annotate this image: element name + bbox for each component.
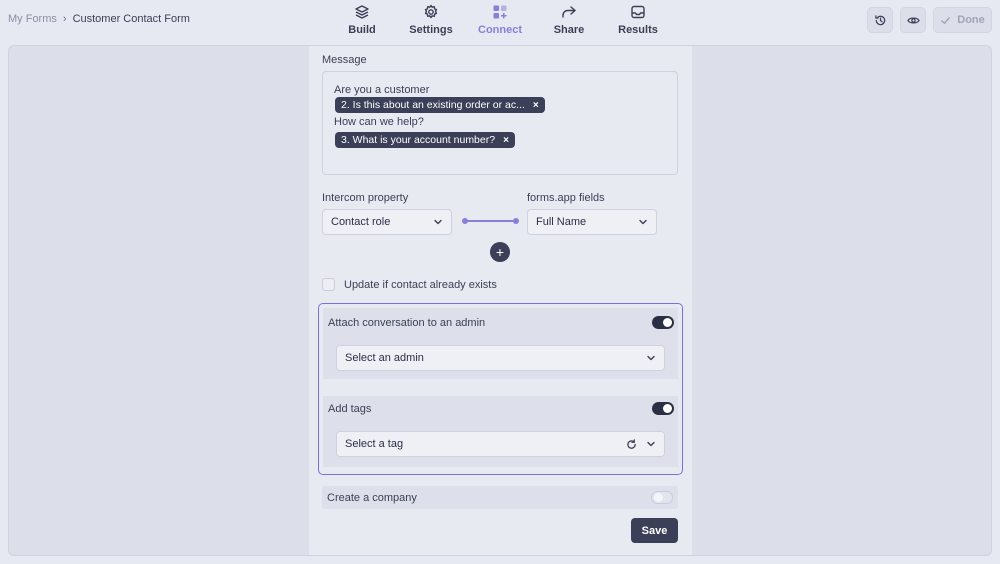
- refresh-icon[interactable]: [626, 438, 637, 450]
- integration-settings-panel: Message Are you a customer 2. Is this ab…: [309, 46, 692, 555]
- conversation-options-group: Attach conversation to an admin Select a…: [318, 303, 683, 475]
- inbox-icon: [631, 5, 645, 19]
- eye-icon: [906, 16, 920, 24]
- formsapp-field-value: Full Name: [536, 216, 587, 228]
- tab-share[interactable]: Share: [539, 4, 599, 36]
- tab-build-label: Build: [348, 24, 376, 36]
- canvas: Message Are you a customer 2. Is this ab…: [8, 45, 992, 556]
- attach-admin-section: Attach conversation to an admin Select a…: [323, 308, 678, 379]
- add-tags-label: Add tags: [328, 403, 372, 415]
- intercom-property-value: Contact role: [331, 216, 391, 228]
- chevron-down-icon: [647, 355, 655, 361]
- tab-results-label: Results: [618, 24, 658, 36]
- add-mapping-button[interactable]: +: [490, 242, 510, 262]
- plus-icon: +: [495, 244, 505, 260]
- tab-settings-label: Settings: [409, 24, 453, 36]
- field-chip[interactable]: 2. Is this about an existing order or ac…: [335, 97, 545, 113]
- gear-icon: [424, 4, 438, 19]
- tag-select-placeholder: Select a tag: [345, 438, 404, 450]
- chevron-down-icon: [639, 219, 647, 225]
- share-arrow-icon: [562, 6, 576, 18]
- chevron-down-icon: [434, 219, 442, 225]
- message-line-customer: Are you a customer: [334, 84, 430, 96]
- admin-select-placeholder: Select an admin: [345, 352, 424, 364]
- preview-button[interactable]: [900, 7, 926, 33]
- add-tags-section: Add tags Select a tag: [323, 396, 678, 467]
- tag-select-actions: [626, 438, 656, 450]
- save-button[interactable]: Save: [631, 518, 678, 543]
- update-contact-label: Update if contact already exists: [344, 279, 497, 291]
- intercom-property-select[interactable]: Contact role: [322, 209, 452, 235]
- tag-select[interactable]: Select a tag: [336, 431, 665, 457]
- layers-icon: [355, 5, 369, 19]
- message-field[interactable]: Are you a customer 2. Is this about an e…: [322, 71, 678, 175]
- tab-share-label: Share: [553, 24, 585, 36]
- chip-label: 3. What is your account number?: [341, 134, 496, 146]
- create-company-toggle[interactable]: [651, 491, 673, 504]
- main-nav: Build Settings Connect Share Results: [0, 0, 1000, 44]
- field-chip[interactable]: 3. What is your account number? ×: [335, 132, 515, 148]
- chip-label: 2. Is this about an existing order or ac…: [341, 99, 525, 111]
- admin-select[interactable]: Select an admin: [336, 345, 665, 371]
- chevron-down-icon: [647, 441, 655, 447]
- tab-build[interactable]: Build: [332, 4, 392, 36]
- done-button[interactable]: Done: [933, 7, 992, 33]
- attach-admin-label: Attach conversation to an admin: [328, 317, 486, 329]
- tab-connect[interactable]: Connect: [470, 4, 530, 36]
- message-line-help: How can we help?: [334, 116, 424, 128]
- add-tags-toggle[interactable]: [652, 402, 674, 415]
- message-label: Message: [322, 54, 367, 66]
- top-bar: My Forms › Customer Contact Form Build S…: [0, 0, 1000, 44]
- history-icon: [874, 14, 885, 25]
- mapping-connector: [462, 218, 519, 224]
- tab-connect-label: Connect: [478, 24, 522, 36]
- check-icon: [941, 16, 951, 24]
- formsapp-fields-label: forms.app fields: [527, 192, 605, 204]
- grid-plus-icon: [493, 5, 507, 19]
- tab-settings[interactable]: Settings: [401, 4, 461, 36]
- chip-remove-icon[interactable]: ×: [533, 100, 539, 111]
- formsapp-field-select[interactable]: Full Name: [527, 209, 657, 235]
- chip-remove-icon[interactable]: ×: [503, 135, 509, 146]
- create-company-row: Create a company: [322, 486, 678, 509]
- history-button[interactable]: [867, 7, 893, 33]
- update-contact-checkbox[interactable]: [322, 278, 335, 291]
- done-label: Done: [957, 14, 985, 26]
- tab-results[interactable]: Results: [608, 4, 668, 36]
- create-company-label: Create a company: [327, 492, 417, 504]
- intercom-property-label: Intercom property: [322, 192, 409, 204]
- toolbar-actions: Done: [867, 7, 992, 33]
- attach-admin-toggle[interactable]: [652, 316, 674, 329]
